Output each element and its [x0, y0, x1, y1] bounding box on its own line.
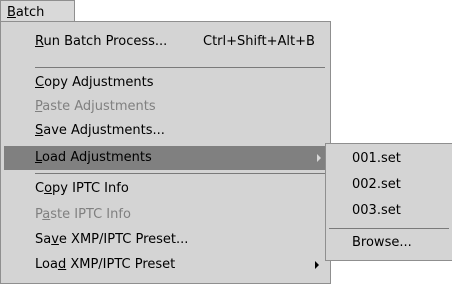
batch-menu: Run Batch Process... Ctrl+Shift+Alt+B Co… [0, 21, 331, 284]
shortcut-label: Ctrl+Shift+Alt+B [203, 34, 315, 49]
submenu-separator [329, 228, 449, 229]
menubar: Batch [0, 0, 452, 22]
menu-item-run-batch-process[interactable]: Run Batch Process... Ctrl+Shift+Alt+B [35, 30, 325, 54]
submenu-item-browse[interactable]: Browse... [352, 231, 448, 255]
menu-item-save-adjustments[interactable]: Save Adjustments... [35, 119, 325, 143]
menu-item-load-xmp-iptc-preset[interactable]: Load XMP/IPTC Preset [35, 253, 325, 277]
submenu-item-003-set[interactable]: 003.set [352, 199, 448, 223]
submenu-item-001-set[interactable]: 001.set [352, 147, 448, 171]
menu-item-save-xmp-iptc-preset[interactable]: Save XMP/IPTC Preset... [35, 228, 325, 252]
menu-item-copy-iptc-info[interactable]: Copy IPTC Info [35, 177, 325, 201]
menu-item-load-adjustments[interactable]: Load Adjustments [4, 146, 327, 170]
menu-item-paste-adjustments[interactable]: Paste Adjustments [35, 95, 325, 119]
menu-separator [35, 67, 325, 68]
menu-item-copy-adjustments[interactable]: Copy Adjustments [35, 71, 325, 95]
submenu-arrow-icon [317, 154, 321, 162]
menu-batch[interactable]: Batch [0, 0, 75, 22]
submenu-item-002-set[interactable]: 002.set [352, 173, 448, 197]
menu-batch-label: Batch [7, 5, 45, 20]
submenu-arrow-icon [315, 261, 319, 269]
menu-separator [35, 173, 325, 174]
menu-item-paste-iptc-info[interactable]: Paste IPTC Info [35, 203, 325, 227]
load-adjustments-submenu: 001.set 002.set 003.set Browse... [325, 143, 452, 261]
